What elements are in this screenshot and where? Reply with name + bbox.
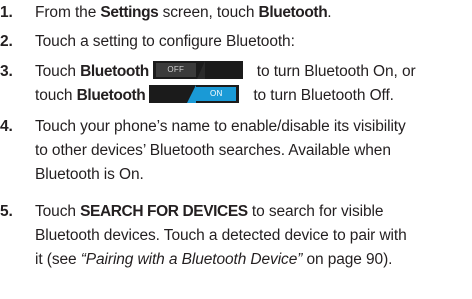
text-run: to turn Bluetooth On, or bbox=[256, 63, 416, 80]
bluetooth-label: Bluetooth bbox=[258, 4, 328, 21]
text-run: From the bbox=[35, 4, 101, 21]
step-number: 4. bbox=[0, 118, 13, 135]
step-text: Bluetooth is On. bbox=[35, 166, 144, 183]
bluetooth-on-toggle-image: ON bbox=[149, 85, 240, 103]
step-text: Touch a setting to configure Bluetooth: bbox=[35, 33, 295, 50]
text-run: it (see bbox=[35, 251, 81, 268]
step-number: 3. bbox=[0, 63, 13, 80]
text-run: to search for visible bbox=[247, 203, 384, 220]
text-run: to turn Bluetooth Off. bbox=[253, 87, 394, 104]
step-text: Touch Bluetooth OFF to turn Bluetooth On, … bbox=[35, 60, 416, 84]
step-number: 1. bbox=[0, 4, 13, 21]
on-knob: ON bbox=[196, 87, 237, 101]
step-text: touch Bluetooth ON to turn Bluetooth Off. bbox=[35, 84, 394, 108]
step-number: 5. bbox=[0, 203, 13, 220]
step-text: Touch SEARCH FOR DEVICES to search for v… bbox=[35, 200, 383, 224]
text-run: Touch bbox=[35, 203, 81, 220]
toggle-slant bbox=[196, 61, 205, 79]
toggle-slant bbox=[187, 85, 197, 103]
step-text: Touch your phone’s name to enable/disabl… bbox=[35, 118, 406, 135]
step-number: 2. bbox=[0, 33, 13, 50]
cross-reference: “Pairing with a Bluetooth Device” bbox=[80, 251, 303, 268]
text-run: Touch bbox=[35, 63, 81, 80]
settings-label: Settings bbox=[100, 4, 159, 21]
text-run: . bbox=[327, 4, 332, 21]
instruction-steps: 1. From the Settings screen, touch Bluet… bbox=[0, 0, 472, 299]
step-text: it (see “Pairing with a Bluetooth Device… bbox=[35, 248, 392, 272]
text-run: on page 90). bbox=[302, 251, 393, 268]
text-run: touch bbox=[35, 87, 77, 104]
step-text: Bluetooth devices. Touch a detected devi… bbox=[35, 227, 407, 244]
search-for-devices-label: SEARCH FOR DEVICES bbox=[80, 203, 248, 220]
bluetooth-label: Bluetooth bbox=[76, 87, 146, 104]
off-knob: OFF bbox=[155, 63, 196, 77]
bluetooth-off-toggle-image: OFF bbox=[152, 61, 243, 79]
step-text: From the Settings screen, touch Bluetoot… bbox=[35, 1, 332, 25]
text-run: screen, touch bbox=[158, 4, 259, 21]
bluetooth-label: Bluetooth bbox=[80, 63, 149, 80]
step-text: to other devices’ Bluetooth searches. Av… bbox=[35, 142, 391, 159]
